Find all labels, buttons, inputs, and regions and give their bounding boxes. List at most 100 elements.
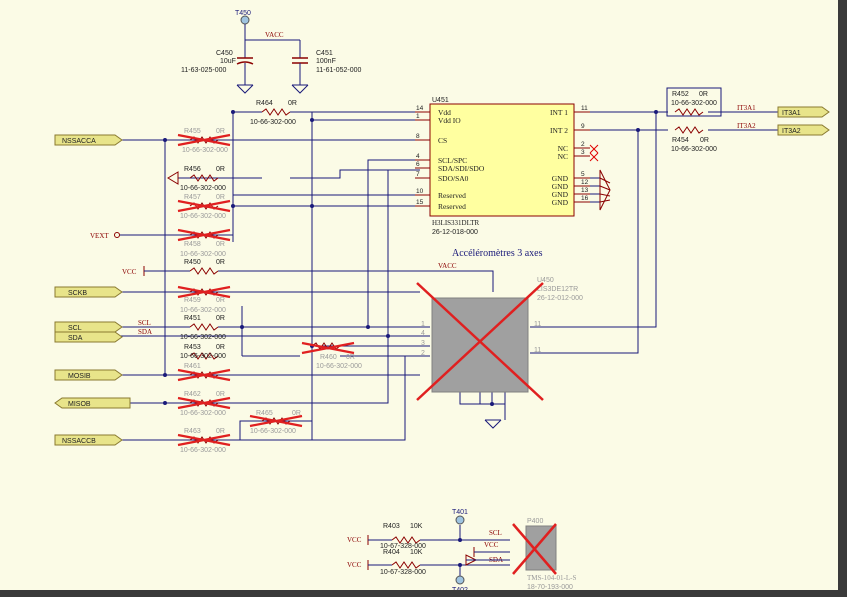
u451-pin-name: INT 1 <box>550 108 568 117</box>
testpoint-t450[interactable] <box>240 15 250 25</box>
svg-text:10-66-302-000: 10-66-302-000 <box>250 428 296 435</box>
svg-text:R454: R454 <box>672 137 689 144</box>
svg-text:10-66-302-000: 10-66-302-000 <box>180 307 226 314</box>
vcc-label-1: VCC <box>347 536 362 544</box>
u450-pin-number: 11 <box>534 347 541 354</box>
svg-text:0R: 0R <box>216 391 225 398</box>
testpoint-label: T450 <box>235 10 251 17</box>
chip-u451[interactable]: U451 14 Vdd1 Vdd IO8 CS4 SCL/SPC6 SDA/SDI/SDO… <box>415 97 590 236</box>
resistor-r454[interactable]: R454 0R 10-66-302-000 <box>671 126 717 153</box>
svg-text:R462: R462 <box>184 391 201 398</box>
svg-text:SCKB: SCKB <box>68 290 87 297</box>
u451-pin-number: 6 <box>416 161 420 168</box>
port-sckb[interactable]: SCKB <box>54 286 123 298</box>
port-scl[interactable]: SCL <box>54 321 123 333</box>
resistor-r458[interactable]: R458 0R 10-66-302-000 <box>176 228 232 258</box>
horizontal-scrollbar[interactable] <box>0 590 847 597</box>
port-it3a1[interactable]: IT3A1 <box>777 106 830 118</box>
u450-pin-number: 3 <box>421 340 425 347</box>
resistor-r403[interactable]: R403 10K 10-67-328-000 <box>380 523 426 550</box>
net-label-vacc: VACC <box>265 31 284 39</box>
svg-text:VCC: VCC <box>122 268 137 276</box>
cap-c450-val: 10uF <box>220 58 236 65</box>
bottom-vcc-label: VCC <box>484 541 499 549</box>
vertical-scrollbar[interactable] <box>838 0 847 597</box>
chip-u450[interactable]: U450 LIS3DE12TR 26-12-012-000 1 4 3 2 11 11 <box>416 277 583 401</box>
port-nssacca[interactable]: NSSACCA <box>54 134 123 146</box>
svg-text:T401: T401 <box>452 509 468 516</box>
svg-text:10-66-302-000: 10-66-302-000 <box>180 447 226 454</box>
resistor-r463[interactable]: R463 0R 10-66-302-000 <box>176 428 232 454</box>
svg-text:10-66-302-000: 10-66-302-000 <box>180 334 226 341</box>
port-sda[interactable]: SDA <box>54 331 123 343</box>
svg-text:0R: 0R <box>216 241 225 248</box>
svg-text:VEXT: VEXT <box>90 232 109 240</box>
svg-text:0R: 0R <box>288 100 297 107</box>
u451-pin-number: 8 <box>416 133 420 140</box>
net-vcc: VCC <box>122 266 150 276</box>
svg-text:H3LIS331DLTR: H3LIS331DLTR <box>432 219 480 227</box>
svg-text:NSSACCB: NSSACCB <box>62 438 96 445</box>
svg-text:0R: 0R <box>216 428 225 435</box>
resistor-r464[interactable]: R464 0R 10-66-302-000 <box>250 100 297 126</box>
connector-p400[interactable]: P400 TMS-104-01-L-S 18-70-193-000 <box>512 518 576 591</box>
u451-pin-name: SDA/SDI/SDO <box>438 164 485 173</box>
resistor-r404[interactable]: R404 10K 10-67-328-000 <box>380 549 426 576</box>
u451-pin-number: 15 <box>416 199 424 206</box>
port-mosib[interactable]: MOSIB <box>54 369 123 381</box>
svg-text:LIS3DE12TR: LIS3DE12TR <box>537 286 578 293</box>
vacc-supply: T450 VACC C450 10uF 11-63-025-000 C451 1… <box>181 10 362 94</box>
resistor-r459[interactable]: R459 0R 10-66-302-000 <box>176 285 232 314</box>
cap-c451-val: 100nF <box>316 58 336 65</box>
vcc-label-2: VCC <box>347 561 362 569</box>
port-it3a2[interactable]: IT3A2 <box>777 124 830 136</box>
testpoint-t401[interactable] <box>455 515 465 525</box>
u451-pin-number: 5 <box>581 171 585 178</box>
svg-text:26-12-012-000: 26-12-012-000 <box>537 295 583 302</box>
svg-text:10K: 10K <box>410 549 423 556</box>
resistor-r451[interactable]: R451 0R 10-66-302-000 <box>180 315 226 341</box>
svg-text:R451: R451 <box>184 315 201 322</box>
svg-text:10-67-328-000: 10-67-328-000 <box>380 569 426 576</box>
u451-pin-name: INT 2 <box>550 126 568 135</box>
u451-pin-number: 14 <box>416 105 424 112</box>
u451-pin-number: 16 <box>581 195 589 202</box>
u450-pin-number: 4 <box>421 330 425 337</box>
svg-text:IT3A2: IT3A2 <box>782 128 801 135</box>
svg-text:R464: R464 <box>256 100 273 107</box>
resistor-r456[interactable]: R456 0R 10-66-302-000 <box>180 166 226 192</box>
svg-text:0R: 0R <box>216 259 225 266</box>
port-misob[interactable]: MISOB <box>54 397 131 409</box>
svg-text:0R: 0R <box>216 166 225 173</box>
svg-text:MOSIB: MOSIB <box>68 373 91 380</box>
wire-label-it3a2: IT3A2 <box>737 122 756 130</box>
resistor-r461[interactable]: R461 <box>176 363 232 382</box>
resistor-r462[interactable]: R462 0R 10-66-302-000 <box>176 391 232 417</box>
resistor-r450[interactable]: R450 0R <box>184 259 225 275</box>
bottom-scl-label: SCL <box>489 529 502 537</box>
svg-text:10-66-302-000: 10-66-302-000 <box>180 251 226 258</box>
resistor-r457[interactable]: R457 0R 10-66-302-000 <box>176 194 232 220</box>
svg-text:10-66-302-000: 10-66-302-000 <box>180 410 226 417</box>
u451-pin-name: NC <box>558 152 568 161</box>
gnd-fan <box>599 169 611 211</box>
svg-text:10-66-302-000: 10-66-302-000 <box>180 213 226 220</box>
resistor-r453[interactable]: R453 0R 10-66-302-000 <box>180 344 226 360</box>
cap-c450-pn: 11-63-025-000 <box>181 67 227 74</box>
svg-text:0R: 0R <box>699 91 708 98</box>
svg-text:R452: R452 <box>672 91 689 98</box>
resistor-r455[interactable]: R455 0R 10-66-302-000 <box>176 128 232 154</box>
cap-c450-ref: C450 <box>216 50 233 57</box>
testpoint-t402[interactable] <box>455 575 465 585</box>
resistor-r465[interactable]: R465 0R 10-66-302-000 <box>248 410 304 435</box>
schematic-sheet: T450 VACC C450 10uF 11-63-025-000 C451 1… <box>54 10 830 594</box>
svg-text:0R: 0R <box>216 128 225 135</box>
u451-pin-name: Reserved <box>438 202 466 211</box>
svg-text:10-66-302-000: 10-66-302-000 <box>250 119 296 126</box>
port-nssaccb[interactable]: NSSACCB <box>54 434 123 446</box>
svg-text:0R: 0R <box>346 354 355 361</box>
svg-text:10-66-302-000: 10-66-302-000 <box>316 363 362 370</box>
svg-text:0R: 0R <box>216 344 225 351</box>
u450-pin-number: 2 <box>421 350 425 357</box>
schematic-viewer: T450 VACC C450 10uF 11-63-025-000 C451 1… <box>0 0 847 597</box>
